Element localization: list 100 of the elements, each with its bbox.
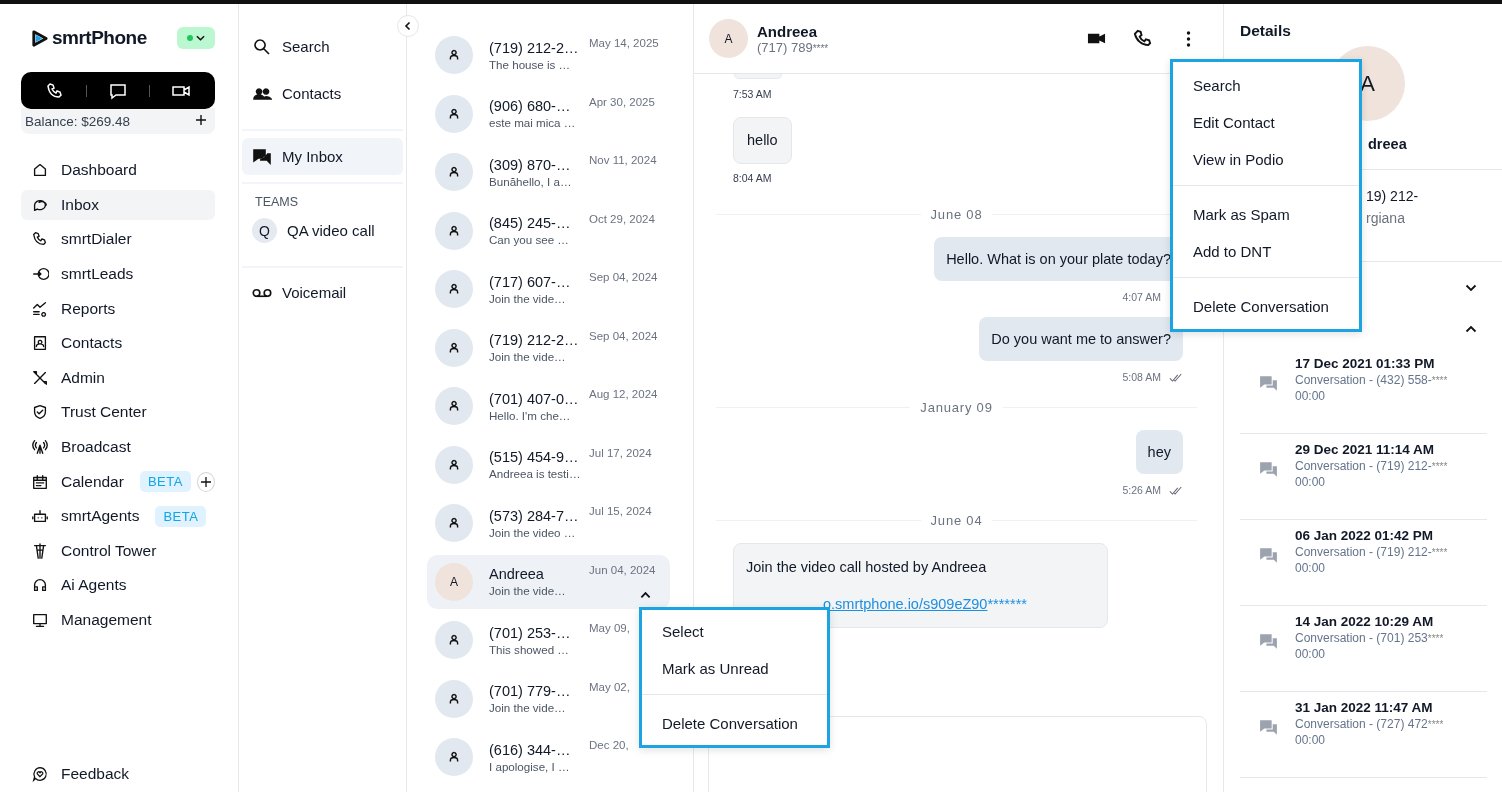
conversation-preview: Join the vide… <box>489 584 567 597</box>
conversation-date: Aug 12, 2024 <box>589 388 658 400</box>
shield-icon <box>31 403 49 422</box>
person-avatar <box>435 504 473 542</box>
communication-title: 17 Dec 2021 01:33 PM <box>1295 356 1436 371</box>
collapse-button[interactable] <box>397 15 419 37</box>
conversation-item[interactable]: (906) 680-… este mai mica … Apr 30, 2025 <box>427 86 670 141</box>
communication-title: 06 Jan 2022 01:42 PM <box>1295 528 1435 543</box>
team-item[interactable]: Q QA video call <box>242 213 403 248</box>
teams-heading: TEAMS <box>254 195 300 209</box>
conversation-item[interactable]: (719) 212-2… The house is … May 14, 2025 <box>427 28 670 82</box>
conversation-preview: Join the video … <box>489 525 577 539</box>
nav-item[interactable]: Control Tower <box>21 535 167 566</box>
message-time: 8:04 AM <box>733 172 772 184</box>
conversation-preview: This showed … <box>489 642 570 656</box>
voicemail-item[interactable]: Voicemail <box>242 275 403 310</box>
person-avatar <box>435 270 473 308</box>
message-time: 5:26 AM <box>1122 484 1161 496</box>
nav-item[interactable]: Contacts <box>21 328 133 359</box>
contact-phone: (717) 789**** <box>757 39 829 55</box>
phone-icon <box>44 80 65 101</box>
beta-badge: BETA <box>155 505 207 527</box>
conversation-item[interactable]: A Andreea Join the vide… Jun 04, 2024 <box>427 554 670 609</box>
person-avatar <box>435 153 473 191</box>
nav-item[interactable]: smrtDialer <box>21 224 142 255</box>
communication-subtitle: Conversation - (719) 212-**** <box>1295 459 1448 473</box>
date-divider: June 08 <box>930 207 983 222</box>
communication-duration: 00:00 <box>1295 647 1327 661</box>
conversation-date: Oct 29, 2024 <box>589 212 655 225</box>
person-avatar <box>435 738 473 776</box>
contact-name: Andreea <box>757 22 819 40</box>
inbox-nav-item[interactable]: Contacts <box>242 76 403 111</box>
nav-item[interactable]: Trust Center <box>21 397 157 428</box>
conversation-name: (515) 454-9… <box>489 449 580 465</box>
conversation-item[interactable]: (719) 212-2… Join the vide… Sep 04, 2024 <box>427 320 670 375</box>
person-avatar <box>435 36 473 74</box>
tower-icon <box>31 541 49 560</box>
message-bubble: hey <box>1135 430 1183 474</box>
communication-duration: 00:00 <box>1295 389 1327 403</box>
conversation-name: (906) 680-… <box>489 98 572 114</box>
conversation-name: (701) 779-… <box>489 683 572 699</box>
conversation-item[interactable]: (309) 870-… Bunăhello, I a… Nov 11, 2024 <box>427 145 670 199</box>
conversation-item[interactable]: (515) 454-9… Andreea is testi… Jul 17, 2024 <box>427 437 670 492</box>
nav-item[interactable]: Broadcast <box>21 432 141 463</box>
communication-title: 29 Dec 2021 11:14 AM <box>1295 442 1436 457</box>
menu-item[interactable]: Mark as Unread <box>642 650 827 687</box>
menu-item[interactable]: View in Podio <box>1173 141 1359 178</box>
chevron-up-icon[interactable] <box>640 590 651 599</box>
add-balance-button[interactable] <box>195 114 209 128</box>
person-avatar <box>435 211 473 250</box>
communication-duration: 00:00 <box>1295 475 1327 489</box>
person-avatar <box>435 445 473 484</box>
menu-item[interactable]: Select <box>642 613 827 650</box>
call-button[interactable] <box>1132 28 1152 49</box>
message-bubble: Do you want me to answer? <box>979 317 1183 361</box>
nav-item[interactable]: Reports <box>21 293 126 324</box>
feedback-link[interactable]: Feedback <box>21 759 215 789</box>
inbox-nav-item[interactable]: My Inbox <box>242 138 403 175</box>
nav-item[interactable]: smrtLeads <box>21 259 144 290</box>
communication-subtitle: Conversation - (432) 558-**** <box>1295 373 1448 387</box>
contact-phone: 19) 212- <box>1366 188 1420 204</box>
conversation-date: Sep 04, 2024 <box>589 329 658 342</box>
conversation-item[interactable]: (573) 284-7… Join the video … Jul 15, 2024 <box>427 496 670 550</box>
conversation-date: Dec 20, <box>589 739 629 751</box>
nav-item[interactable]: Dashboard <box>21 155 147 186</box>
conversation-date: May 02, <box>589 680 630 693</box>
inbox-nav-item[interactable]: Search <box>242 29 403 64</box>
vertical-dots-icon <box>1185 30 1191 47</box>
conversation-date: Sep 04, 2024 <box>589 271 658 283</box>
message-text: Join the video call hosted by Andreea <box>746 559 988 575</box>
chevron-down-icon[interactable] <box>1465 284 1477 292</box>
menu-item[interactable]: Mark as Spam <box>1173 196 1359 233</box>
conversation-preview: Hello. I'm che… <box>489 408 572 422</box>
logo-icon <box>30 28 49 48</box>
person-avatar <box>435 94 473 133</box>
nav-item[interactable]: Ai Agents <box>21 570 137 601</box>
search-icon <box>252 36 272 57</box>
nav-item[interactable]: Calendar <box>21 466 134 497</box>
logo-text: smrtPhone <box>52 27 147 49</box>
conversation-date: Nov 11, 2024 <box>589 154 657 166</box>
nav-item[interactable]: Admin <box>21 362 115 393</box>
message-time: 7:53 AM <box>733 88 773 100</box>
conversation-item[interactable]: (717) 607-… Join the vide… Sep 04, 2024 <box>427 262 670 316</box>
beta-badge: BETA <box>139 471 191 493</box>
conversation-name: (701) 253-… <box>489 624 572 641</box>
conversation-preview: Andreea is testi… <box>489 467 582 480</box>
person-avatar <box>435 387 473 425</box>
communication-subtitle: Conversation - (727) 472**** <box>1295 717 1444 731</box>
nav-item[interactable]: Inbox <box>21 189 215 220</box>
plus-icon <box>199 475 212 488</box>
conversation-name: (845) 245-… <box>489 215 572 231</box>
conversation-item[interactable]: (845) 245-… Can you see … Oct 29, 2024 <box>427 203 670 258</box>
conversation-item[interactable]: (701) 407-0… Hello. I'm che… Aug 12, 2024 <box>427 379 670 433</box>
conversation-preview: Join the vide… <box>489 350 567 363</box>
conversation-date: Jul 17, 2024 <box>589 446 652 459</box>
chevron-up-icon[interactable] <box>1465 325 1477 333</box>
heart-bubble-icon <box>31 765 49 783</box>
contact-owner: rgiana <box>1366 210 1406 226</box>
nav-item[interactable]: Management <box>21 605 162 635</box>
nav-item[interactable]: smrtAgents <box>21 501 150 532</box>
